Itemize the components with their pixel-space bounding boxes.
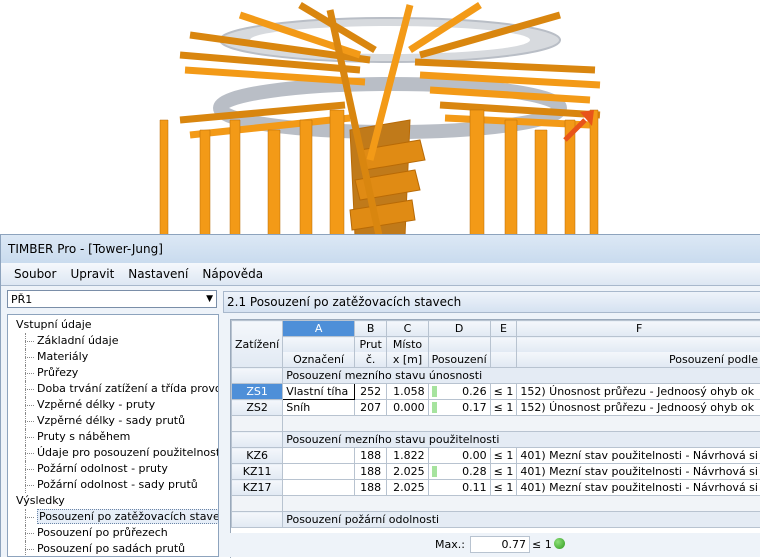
app-window: TIMBER Pro - [Tower-Jung] Soubor Upravit… [0, 234, 760, 557]
navigator-tree: Vstupní údaje Základní údaje Materiály P… [7, 314, 219, 557]
timber-column [200, 130, 210, 236]
load-case-select[interactable]: PŘ1 ▼ [7, 290, 217, 308]
col-header-design-per: Posouzení podle [517, 352, 760, 368]
tree-item-serviceability-data[interactable]: Údaje pro posouzení použitelnosti [8, 445, 218, 461]
timber-beam [440, 105, 600, 115]
table-row[interactable]: KZ6 188 1.822 0.00 ≤ 1 401) Mezní stav p… [232, 448, 760, 464]
menu-settings[interactable]: Nastavení [121, 267, 195, 281]
max-value: 0.77 [470, 536, 530, 553]
load-case-value: PŘ1 [11, 293, 32, 306]
tree-item-cross-sections[interactable]: Průřezy [8, 365, 218, 381]
tree-item-design-by-set[interactable]: Posouzení po sadách prutů [8, 541, 218, 557]
col-letter-e[interactable]: E [490, 321, 517, 337]
timber-tower-model [0, 0, 760, 236]
menu-file[interactable]: Soubor [7, 267, 63, 281]
table-row[interactable]: ZS2 Sníh 207 0.000 0.17 ≤ 1 152) Únosnos… [232, 400, 760, 416]
tree-item-fire-members[interactable]: Požární odolnost - pruty [8, 461, 218, 477]
section-uls: Posouzení mezního stavu únosnosti [283, 368, 760, 384]
timber-beam [430, 90, 590, 100]
ratio-bar [432, 402, 437, 413]
max-label: Max.: [435, 538, 465, 551]
model-render-viewport[interactable] [0, 0, 760, 236]
col-header-location-top: Místo [387, 337, 428, 353]
col-letter-f[interactable]: F [517, 321, 760, 337]
section-fire: Posouzení požární odolnosti [283, 512, 760, 528]
chevron-down-icon: ▼ [206, 294, 213, 304]
tree-item-buckling-sets[interactable]: Vzpěrné délky - sady prutů [8, 413, 218, 429]
col-letter-c[interactable]: C [387, 321, 428, 337]
section-sls: Posouzení mezního stavu použitelnosti [283, 432, 760, 448]
col-letter-d[interactable]: D [428, 321, 490, 337]
window-title-text: TIMBER Pro - [Tower-Jung] [8, 242, 163, 256]
col-letter-b[interactable]: B [354, 321, 386, 337]
ratio-bar [432, 466, 437, 477]
tree-item-buckling-members[interactable]: Vzpěrné délky - pruty [8, 397, 218, 413]
col-header-member: č. [354, 352, 386, 368]
tree-item-design-by-load-case[interactable]: Posouzení po zatěžovacích stavech [8, 509, 218, 525]
tree-item-materials[interactable]: Materiály [8, 349, 218, 365]
menu-help[interactable]: Nápověda [195, 267, 270, 281]
ratio-bar [432, 386, 437, 397]
timber-column [268, 130, 280, 236]
timber-column [470, 110, 484, 236]
col-header-location: x [m] [387, 352, 428, 368]
tree-item-basic-data[interactable]: Základní údaje [8, 333, 218, 349]
results-table[interactable]: Zatížení A B C D E F Prut Místo Označení… [230, 319, 760, 558]
timber-column [590, 110, 598, 236]
timber-column [505, 120, 517, 236]
timber-column [230, 120, 240, 236]
tree-item-fire-sets[interactable]: Požární odolnost - sady prutů [8, 477, 218, 493]
tree-item-design-by-section[interactable]: Posouzení po průřezech [8, 525, 218, 541]
timber-column [160, 120, 168, 236]
max-le: ≤ 1 [532, 538, 552, 551]
max-summary: Max.: 0.77 ≤ 1 [230, 533, 760, 557]
check-ok-icon [554, 538, 565, 549]
col-header-member-top: Prut [354, 337, 386, 353]
col-letter-a[interactable]: A [283, 321, 355, 337]
tree-group-input[interactable]: Vstupní údaje [8, 317, 218, 333]
col-header-ratio: Posouzení [428, 352, 490, 368]
col-header-name: Označení [283, 352, 355, 368]
timber-column [300, 120, 312, 236]
timber-beam [185, 70, 365, 82]
timber-column [330, 110, 344, 236]
menu-bar: Soubor Upravit Nastavení Nápověda [1, 263, 760, 286]
tree-item-tapered-members[interactable]: Pruty s náběhem [8, 429, 218, 445]
tree-group-results[interactable]: Výsledky [8, 493, 218, 509]
table-row[interactable]: KZ11 188 2.025 0.28 ≤ 1 401) Mezní stav … [232, 464, 760, 480]
timber-column [535, 130, 547, 236]
window-title: TIMBER Pro - [Tower-Jung] [1, 235, 760, 263]
tree-item-load-duration[interactable]: Doba trvání zatížení a třída provozu [8, 381, 218, 397]
corner-header: Zatížení [232, 321, 283, 368]
menu-edit[interactable]: Upravit [63, 267, 121, 281]
table-row[interactable]: ZS1 Vlastní tíha 252 1.058 0.26 ≤ 1 152)… [232, 384, 760, 400]
timber-beam [415, 62, 595, 70]
panel-title: 2.1 Posouzení po zatěžovacích stavech [223, 291, 760, 313]
table-row[interactable]: KZ17 188 2.025 0.11 ≤ 1 401) Mezní stav … [232, 480, 760, 496]
